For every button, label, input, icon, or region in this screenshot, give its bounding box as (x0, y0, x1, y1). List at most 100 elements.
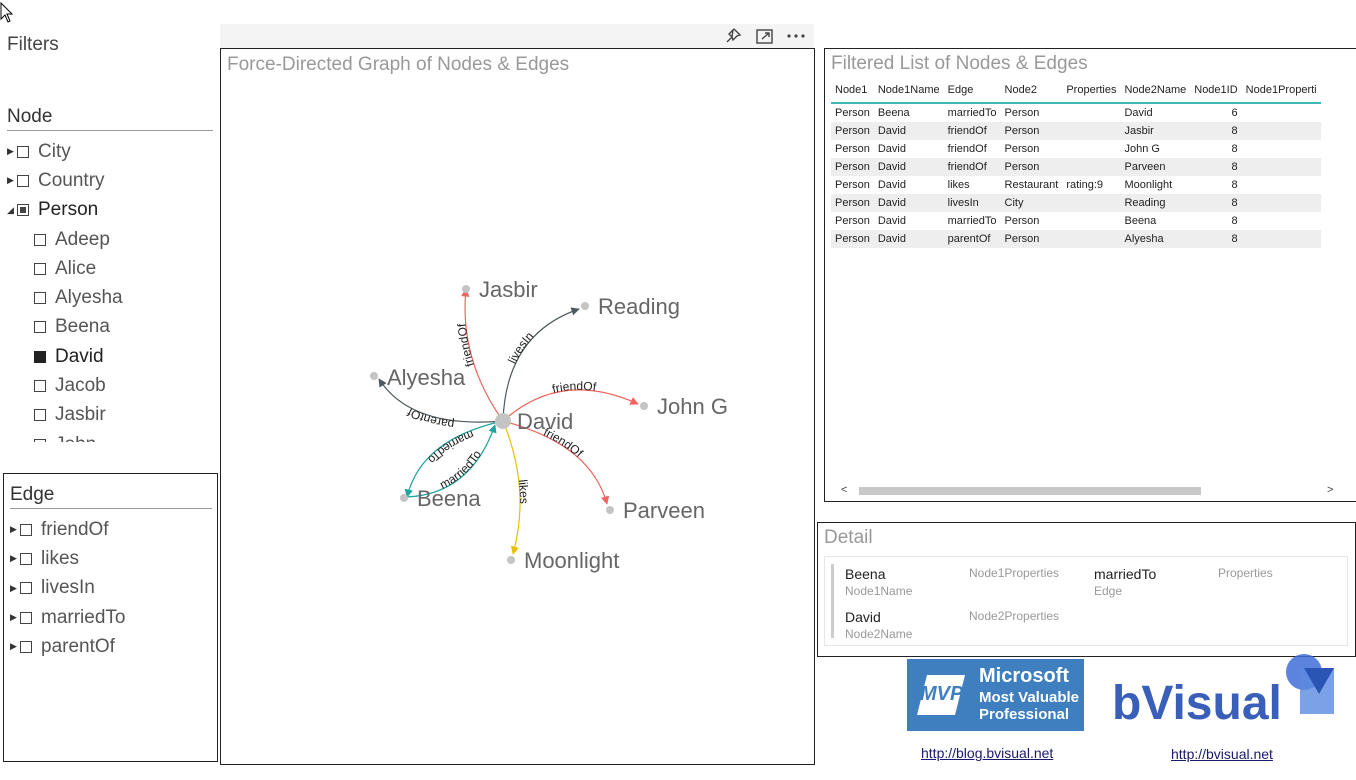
focus-mode-icon[interactable] (755, 27, 775, 45)
node-slicer-item[interactable]: Alyesha (7, 283, 213, 312)
column-header[interactable]: Properties (1062, 80, 1121, 104)
slicer-item-label: Jacob (55, 375, 106, 397)
column-header[interactable]: Node1Name (873, 80, 944, 104)
expand-right-icon[interactable]: ▶ (10, 641, 20, 652)
bvisual-link[interactable]: http://bvisual.net (1171, 746, 1273, 762)
checkbox[interactable] (20, 523, 32, 536)
table-row[interactable]: Person David likes Restaurant rating:9 Moonli… (831, 176, 1321, 194)
node-slicer-item[interactable]: Jacob (7, 371, 213, 400)
column-header[interactable]: Node2Name (1120, 80, 1191, 104)
table-cell (1242, 176, 1321, 194)
table-cell: Person (1004, 107, 1040, 119)
table-cell: likes (947, 179, 970, 191)
node-slicer-item[interactable]: ◢ Person (7, 196, 213, 225)
checkbox[interactable] (20, 552, 32, 565)
edge-slicer-item[interactable]: ▶ friendOf (10, 515, 212, 544)
scroll-right-icon[interactable]: > (1327, 484, 1333, 496)
more-options-icon[interactable] (786, 27, 806, 45)
node-slicer-item[interactable]: Beena (7, 313, 213, 342)
table-cell (1062, 158, 1121, 176)
node-slicer[interactable]: Node ▶ City ▶ Country ◢ Person Adeep Alice Alyes… (7, 106, 213, 442)
force-directed-graph-visual[interactable]: Force-Directed Graph of Nodes & Edges fr… (220, 48, 815, 765)
column-header[interactable]: Node2 (1000, 80, 1063, 104)
table-row[interactable]: Person David friendOf Person Parveen 8 (831, 158, 1321, 176)
node-slicer-item[interactable]: David (7, 342, 213, 371)
table-row[interactable]: Person Beena marriedTo Person David 6 (831, 103, 1321, 122)
graph-node-parveen[interactable] (606, 506, 614, 514)
graph-node-david[interactable] (495, 413, 511, 429)
column-header[interactable]: Node1Properti (1241, 80, 1321, 104)
checkbox[interactable] (34, 233, 46, 246)
expand-down-icon[interactable]: ◢ (7, 205, 17, 216)
detail-card: Beena Node1Name Node1Properties marriedT… (824, 556, 1348, 646)
table-row[interactable]: Person David livesIn City Reading 8 (831, 194, 1321, 212)
graph-node-john-g[interactable] (640, 402, 648, 410)
edge-slicer-item[interactable]: ▶ likes (10, 544, 212, 573)
checkbox[interactable] (34, 262, 46, 275)
checkbox[interactable] (34, 321, 46, 334)
checkbox[interactable] (20, 582, 32, 595)
node-slicer-item[interactable]: ▶ Country (7, 166, 213, 195)
table-cell: Person (835, 179, 870, 191)
graph-node-reading[interactable] (581, 302, 589, 310)
graph-canvas: friendOf livesIn friendOf friendOf likes… (370, 277, 728, 573)
pin-icon[interactable] (723, 27, 743, 45)
table-cell: 6 (1231, 107, 1238, 119)
checkbox[interactable] (17, 145, 29, 158)
table-row[interactable]: Person David parentOf Person Alyesha 8 (831, 230, 1321, 248)
expand-right-icon[interactable]: ▶ (10, 524, 20, 535)
filtered-list-table-visual[interactable]: Filtered List of Nodes & Edges Node1 Node… (824, 48, 1356, 502)
table-row[interactable]: Person David marriedTo Person Beena 8 (831, 212, 1321, 230)
table-cell: livesIn (943, 194, 1001, 212)
edge-slicer-item[interactable]: ▶ marriedTo (10, 603, 212, 632)
checkbox[interactable] (34, 409, 46, 422)
node-slicer-item[interactable]: Alice (7, 254, 213, 283)
node-slicer-item[interactable]: Adeep (7, 225, 213, 254)
expand-right-icon[interactable]: ▶ (10, 553, 20, 564)
column-header[interactable]: Node1ID (1190, 80, 1242, 104)
node-slicer-item[interactable]: ▶ City (7, 137, 213, 166)
table-cell: Moonlight (1124, 179, 1173, 191)
horizontal-scrollbar[interactable]: < > (833, 484, 1353, 498)
checkbox[interactable] (34, 438, 46, 442)
graph-node-beena[interactable] (400, 494, 408, 502)
expand-right-icon[interactable]: ▶ (10, 612, 20, 623)
graph-edge[interactable] (502, 307, 580, 422)
table-row[interactable]: Person David friendOf Person Jasbir 8 (831, 122, 1321, 140)
graph-node-jasbir[interactable] (462, 285, 470, 293)
edge-label: livesIn (505, 329, 536, 366)
node-slicer-item[interactable]: John (7, 430, 213, 442)
expand-right-icon[interactable]: ▶ (7, 175, 17, 186)
checkbox[interactable] (34, 292, 46, 305)
table-cell: Person (831, 122, 874, 140)
node2name-value: David (845, 609, 881, 625)
scroll-left-icon[interactable]: < (841, 484, 847, 496)
node-slicer-item[interactable]: Jasbir (7, 401, 213, 430)
column-header[interactable]: Edge (943, 80, 1001, 104)
table-cell: friendOf (943, 158, 1001, 176)
edge-slicer-item[interactable]: ▶ livesIn (10, 574, 212, 603)
expand-right-icon[interactable]: ▶ (7, 146, 17, 157)
edge-slicer-item[interactable]: ▶ parentOf (10, 632, 212, 661)
edge-slicer[interactable]: Edge ▶ friendOf ▶ likes ▶ livesIn ▶ marriedTo ▶ p… (10, 484, 212, 661)
table-header-row: Node1 Node1Name Edge Node2 Properties Node2Na… (831, 80, 1321, 104)
checkbox[interactable] (20, 640, 32, 653)
checkbox[interactable] (17, 204, 29, 217)
edge-slicer-header: Edge (10, 484, 212, 509)
blog-link[interactable]: http://blog.bvisual.net (921, 745, 1053, 761)
column-header[interactable]: Node1 (831, 80, 874, 104)
table-cell: friendOf (943, 122, 1001, 140)
table-row[interactable]: Person David friendOf Person John G 8 (831, 140, 1321, 158)
graph-node-moonlight[interactable] (507, 556, 515, 564)
table-cell: Parveen (1120, 158, 1191, 176)
checkbox[interactable] (17, 174, 29, 187)
checkbox[interactable] (34, 350, 46, 363)
node-label: Moonlight (524, 548, 619, 573)
table-cell: marriedTo (947, 107, 997, 119)
scrollbar-thumb[interactable] (859, 487, 1201, 495)
checkbox[interactable] (34, 380, 46, 393)
bvisual-logo: bVisual (1112, 654, 1338, 730)
checkbox[interactable] (20, 611, 32, 624)
graph-node-alyesha[interactable] (370, 372, 378, 380)
expand-right-icon[interactable]: ▶ (10, 583, 20, 594)
